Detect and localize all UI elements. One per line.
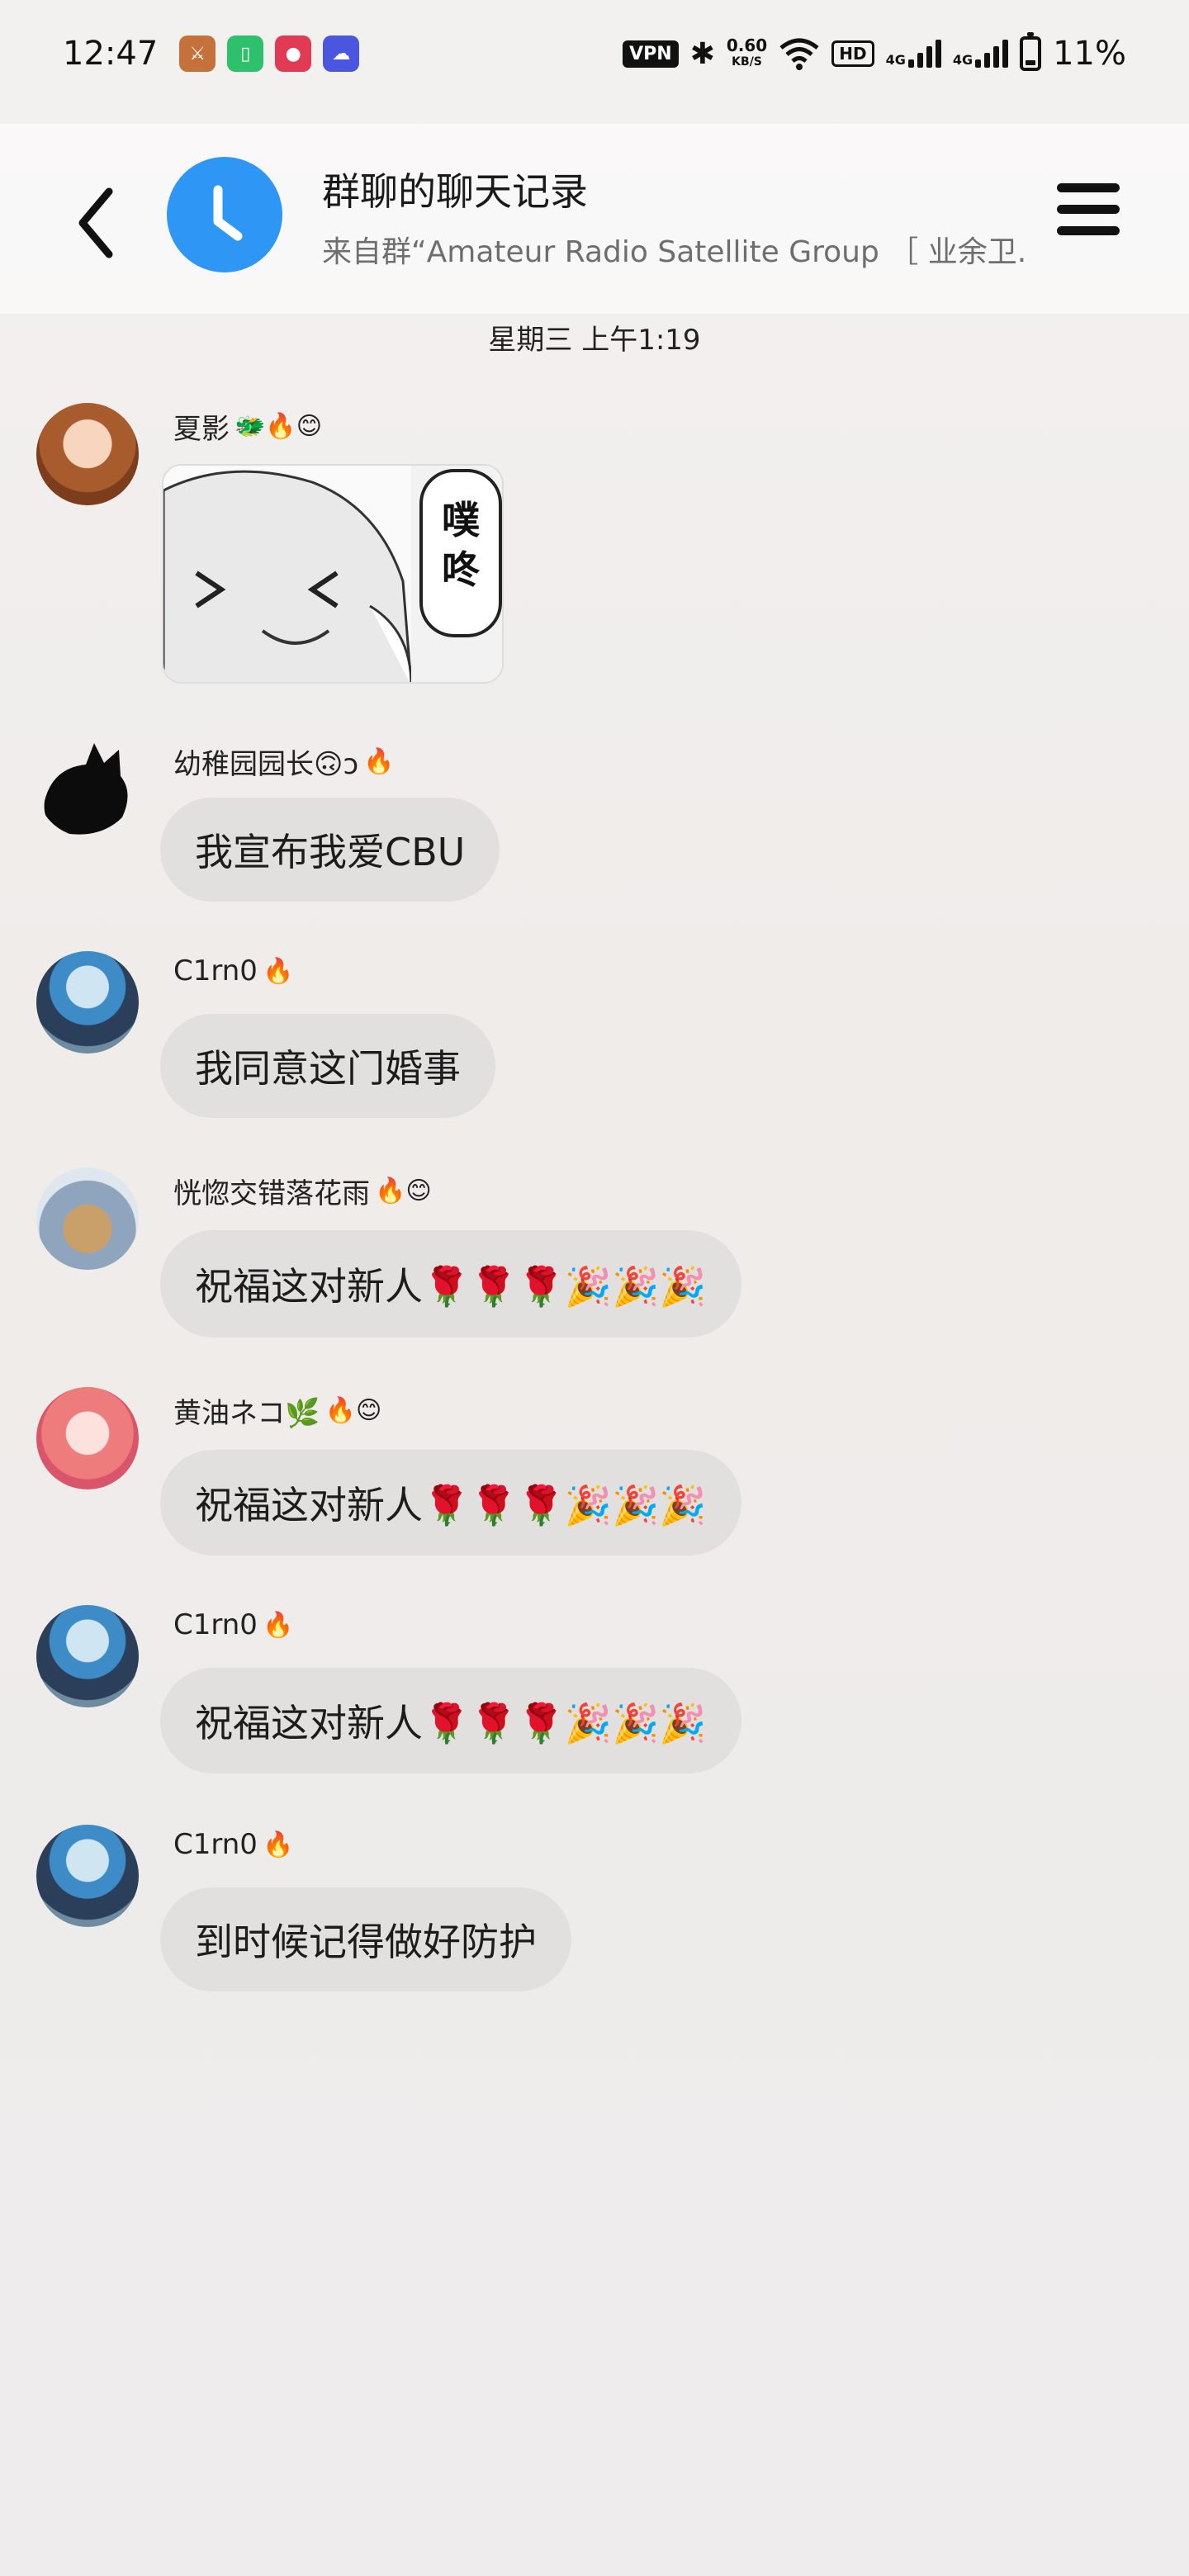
sender-name: C1rn0 🔥 xyxy=(173,1608,293,1641)
message-bubble[interactable]: 祝福这对新人🌹🌹🌹🎉🎉🎉 xyxy=(160,1450,741,1556)
sticker-caption: 噗咚 xyxy=(442,498,480,592)
sender-name-text: 黄油ネコ🌿 xyxy=(173,1397,320,1430)
sender-name: C1rn0 🔥 xyxy=(173,954,293,987)
bluetooth-icon: ✱ xyxy=(689,36,715,71)
game-app-icon: ⚔ xyxy=(179,36,216,72)
avatar[interactable] xyxy=(36,1387,139,1489)
sender-name-text: 幼稚园园长🙃ↄ xyxy=(173,748,359,781)
signal-icon-2: 4G xyxy=(953,40,1009,68)
sender-badges: 🔥 xyxy=(262,1830,294,1859)
page-subtitle: 来自群“Amateur Radio Satellite Group ［ 业余卫.… xyxy=(322,235,1024,269)
wifi-icon xyxy=(779,38,819,70)
battery-app-icon: ▯ xyxy=(227,36,264,72)
sender-badges: 🔥😊 xyxy=(375,1177,432,1205)
sender-name-text: 夏影 xyxy=(173,413,230,446)
clock-icon xyxy=(213,185,243,241)
status-app-icons: ⚔ ▯ ● ☁ xyxy=(179,36,360,72)
sender-badges: 🐲🔥😊 xyxy=(234,412,322,441)
signal-icon-1: 4G xyxy=(886,40,941,68)
menu-icon[interactable] xyxy=(1057,183,1120,241)
sender-badges: 🔥 xyxy=(262,1610,294,1640)
avatar[interactable] xyxy=(36,1825,139,1927)
vpn-badge: VPN xyxy=(623,40,679,68)
sender-name: 黄油ネコ🌿 🔥😊 xyxy=(173,1390,381,1431)
sender-name: C1rn0 🔥 xyxy=(173,1828,293,1861)
message-bubble[interactable]: 我同意这门婚事 xyxy=(160,1014,495,1118)
network-speed: 0.60 KB/S xyxy=(726,36,768,69)
battery-percent: 11% xyxy=(1053,35,1126,73)
sender-name: 幼稚园园长🙃ↄ 🔥 xyxy=(173,741,394,782)
avatar[interactable] xyxy=(36,1167,139,1270)
status-bar: 12:47 ⚔ ▯ ● ☁ VPN ✱ 0.60 KB/S HD 4G 4G 11… xyxy=(0,0,1189,107)
message-bubble[interactable]: 到时候记得做好防护 xyxy=(160,1887,571,1991)
avatar[interactable] xyxy=(36,403,139,505)
hd-badge: HD xyxy=(831,40,874,67)
sender-name: 夏影 🐲🔥😊 xyxy=(173,406,322,447)
sticker-image[interactable]: 噗咚 xyxy=(162,464,504,684)
sender-name-text: C1rn0 xyxy=(173,954,258,987)
message-bubble[interactable]: 祝福这对新人🌹🌹🌹🎉🎉🎉 xyxy=(160,1668,741,1773)
sender-badges: 🔥😊 xyxy=(324,1396,382,1425)
sender-name-text: C1rn0 xyxy=(173,1608,258,1641)
sender-badges: 🔥 xyxy=(262,956,294,986)
black-cat-avatar xyxy=(44,743,128,835)
date-separator: 星期三 上午1:19 xyxy=(488,324,701,357)
avatar[interactable] xyxy=(36,1605,139,1707)
back-arrow-icon[interactable] xyxy=(71,182,121,264)
page-title: 群聊的聊天记录 xyxy=(322,169,588,214)
recorder-app-icon: ● xyxy=(275,36,312,72)
status-time: 12:47 xyxy=(63,35,159,73)
sender-name-text: C1rn0 xyxy=(173,1828,258,1861)
avatar[interactable] xyxy=(36,951,139,1054)
chat-header: 群聊的聊天记录 来自群“Amateur Radio Satellite Grou… xyxy=(0,124,1189,314)
sender-name-text: 恍惚交错落花雨 xyxy=(173,1177,370,1210)
chat-history-avatar xyxy=(167,157,282,272)
message-bubble[interactable]: 我宣布我爱CBU xyxy=(160,798,500,902)
message-bubble[interactable]: 祝福这对新人🌹🌹🌹🎉🎉🎉 xyxy=(160,1230,741,1338)
cloud-app-icon: ☁ xyxy=(323,36,360,72)
sender-name: 恍惚交错落花雨 🔥😊 xyxy=(173,1171,432,1211)
avatar[interactable] xyxy=(36,735,139,837)
sender-badges: 🔥 xyxy=(363,747,395,776)
battery-icon xyxy=(1020,32,1042,71)
